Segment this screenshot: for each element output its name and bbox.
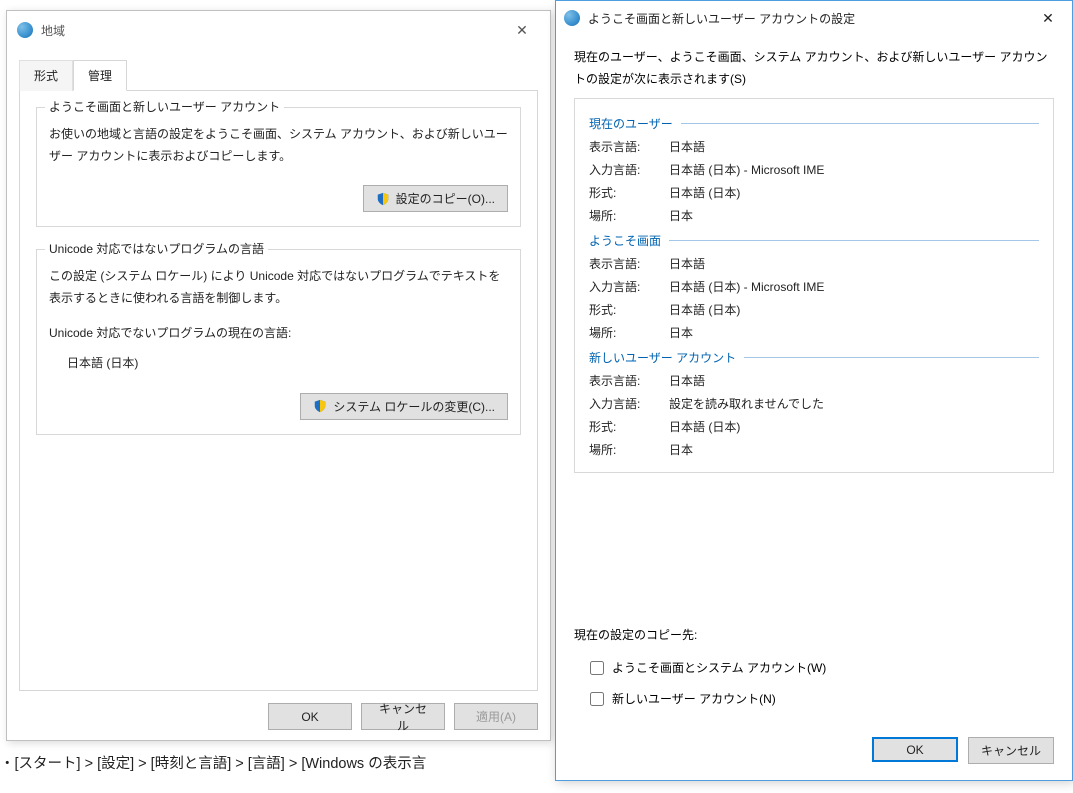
tab-strip: 形式 管理 — [19, 59, 538, 91]
copy-settings-button[interactable]: 設定のコピー(O)... — [363, 185, 508, 212]
value-location: 日本 — [669, 207, 1039, 224]
shield-icon — [376, 192, 390, 206]
intro-text: 現在のユーザー、ようこそ画面、システム アカウント、および新しいユーザー アカウ… — [574, 47, 1054, 90]
titlebar[interactable]: 地域 ✕ — [7, 11, 550, 49]
section-header-welcome: ようこそ画面 — [589, 232, 1039, 249]
region-dialog: 地域 ✕ 形式 管理 ようこそ画面と新しいユーザー アカウント お使いの地域と言… — [6, 10, 551, 741]
tab-admin[interactable]: 管理 — [73, 60, 127, 91]
label-location: 場所: — [589, 207, 669, 224]
checkbox-label: ようこそ画面とシステム アカウント(W) — [612, 659, 826, 676]
client-area: 現在のユーザー、ようこそ画面、システム アカウント、および新しいユーザー アカウ… — [556, 35, 1072, 780]
group-desc: お使いの地域と言語の設定をようこそ画面、システム アカウント、および新しいユーザ… — [49, 124, 508, 167]
window-title: 地域 — [41, 22, 500, 39]
label-display-lang: 表示言語: — [589, 372, 669, 389]
tab-format[interactable]: 形式 — [19, 60, 73, 91]
change-system-locale-button[interactable]: システム ロケールの変更(C)... — [300, 393, 508, 420]
checkbox-row-new-user[interactable]: 新しいユーザー アカウント(N) — [590, 690, 1054, 707]
checkbox-row-welcome-system[interactable]: ようこそ画面とシステム アカウント(W) — [590, 659, 1054, 676]
value-format: 日本語 (日本) — [669, 301, 1039, 318]
value-display-lang: 日本語 — [669, 138, 1039, 155]
label-display-lang: 表示言語: — [589, 138, 669, 155]
value-input-lang: 日本語 (日本) - Microsoft IME — [669, 161, 1039, 178]
client-area: 形式 管理 ようこそ画面と新しいユーザー アカウント お使いの地域と言語の設定を… — [7, 59, 550, 703]
value-input-lang: 設定を読み取れませんでした — [669, 395, 1039, 412]
current-language-value: 日本語 (日本) — [49, 353, 508, 375]
value-input-lang: 日本語 (日本) - Microsoft IME — [669, 278, 1039, 295]
label-display-lang: 表示言語: — [589, 255, 669, 272]
kv-newuser: 表示言語: 日本語 入力言語: 設定を読み取れませんでした 形式: 日本語 (日… — [589, 372, 1039, 458]
label-input-lang: 入力言語: — [589, 395, 669, 412]
checkbox-label: 新しいユーザー アカウント(N) — [612, 690, 776, 707]
checkbox-welcome-system[interactable] — [590, 661, 604, 675]
shield-icon — [313, 399, 327, 413]
value-location: 日本 — [669, 324, 1039, 341]
window-title: ようこそ画面と新しいユーザー アカウントの設定 — [588, 10, 1026, 27]
label-format: 形式: — [589, 301, 669, 318]
section-header-newuser: 新しいユーザー アカウント — [589, 349, 1039, 366]
label-input-lang: 入力言語: — [589, 278, 669, 295]
welcome-accounts-dialog: ようこそ画面と新しいユーザー アカウントの設定 ✕ 現在のユーザー、ようこそ画面… — [555, 0, 1073, 781]
dialog-footer: OK キャンセル — [574, 737, 1054, 764]
value-format: 日本語 (日本) — [669, 418, 1039, 435]
label-location: 場所: — [589, 441, 669, 458]
current-language-label: Unicode 対応でないプログラムの現在の言語: — [49, 323, 508, 345]
accounts-info-box: 現在のユーザー 表示言語: 日本語 入力言語: 日本語 (日本) - Micro… — [574, 98, 1054, 473]
ok-button[interactable]: OK — [268, 703, 352, 730]
breadcrumb: ・[スタート] > [設定] > [時刻と言語] > [言語] > [Windo… — [0, 752, 426, 773]
button-label: 設定のコピー(O)... — [396, 190, 495, 207]
globe-icon — [17, 22, 33, 38]
label-format: 形式: — [589, 184, 669, 201]
label-location: 場所: — [589, 324, 669, 341]
cancel-button[interactable]: キャンセル — [361, 703, 445, 730]
value-format: 日本語 (日本) — [669, 184, 1039, 201]
value-display-lang: 日本語 — [669, 255, 1039, 272]
group-welcome-accounts: ようこそ画面と新しいユーザー アカウント お使いの地域と言語の設定をようこそ画面… — [36, 107, 521, 227]
group-non-unicode: Unicode 対応ではないプログラムの言語 この設定 (システム ロケール) … — [36, 249, 521, 434]
value-location: 日本 — [669, 441, 1039, 458]
checkbox-new-user[interactable] — [590, 692, 604, 706]
globe-icon — [564, 10, 580, 26]
label-format: 形式: — [589, 418, 669, 435]
kv-welcome: 表示言語: 日本語 入力言語: 日本語 (日本) - Microsoft IME… — [589, 255, 1039, 341]
section-header-current: 現在のユーザー — [589, 115, 1039, 132]
group-legend: ようこそ画面と新しいユーザー アカウント — [45, 98, 284, 115]
close-button[interactable]: ✕ — [500, 16, 544, 44]
kv-current: 表示言語: 日本語 入力言語: 日本語 (日本) - Microsoft IME… — [589, 138, 1039, 224]
group-legend: Unicode 対応ではないプログラムの言語 — [45, 240, 268, 257]
value-display-lang: 日本語 — [669, 372, 1039, 389]
ok-button[interactable]: OK — [872, 737, 958, 762]
group-desc: この設定 (システム ロケール) により Unicode 対応ではないプログラム… — [49, 266, 508, 309]
tab-panel-admin: ようこそ画面と新しいユーザー アカウント お使いの地域と言語の設定をようこそ画面… — [19, 91, 538, 691]
titlebar[interactable]: ようこそ画面と新しいユーザー アカウントの設定 ✕ — [556, 1, 1072, 35]
copy-destination-label: 現在の設定のコピー先: — [574, 626, 1054, 643]
cancel-button[interactable]: キャンセル — [968, 737, 1054, 764]
dialog-footer: OK キャンセル 適用(A) — [268, 703, 538, 730]
close-button[interactable]: ✕ — [1026, 4, 1070, 32]
button-label: システム ロケールの変更(C)... — [333, 398, 495, 415]
label-input-lang: 入力言語: — [589, 161, 669, 178]
apply-button[interactable]: 適用(A) — [454, 703, 538, 730]
